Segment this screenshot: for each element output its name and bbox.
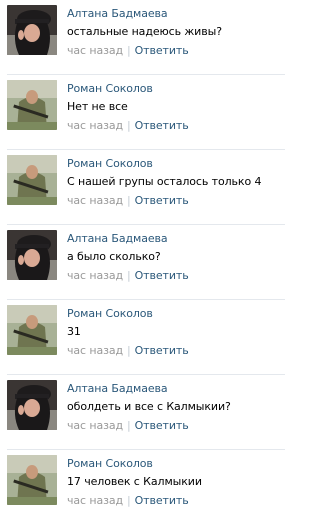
reply-link[interactable]: Ответить (135, 344, 189, 357)
soldier-avatar[interactable] (7, 455, 57, 505)
comment-meta: час назад | Ответить (67, 419, 189, 432)
soldier-avatar[interactable] (7, 155, 57, 205)
comment-time[interactable]: час назад (67, 194, 123, 207)
reply-link[interactable]: Ответить (135, 44, 189, 57)
meta-divider: | (127, 119, 131, 132)
comment-item: Алтана Бадмаева а было сколько? час наза… (0, 225, 285, 300)
reply-link[interactable]: Ответить (135, 194, 189, 207)
comment-text: С нашей групы осталось только 4 (67, 175, 262, 188)
comment-time[interactable]: час назад (67, 119, 123, 132)
reply-link[interactable]: Ответить (135, 269, 189, 282)
comment-text: остальные надеюсь живы? (67, 25, 222, 38)
comment-time[interactable]: час назад (67, 344, 123, 357)
comment-text: 17 человек с Калмыкии (67, 475, 202, 488)
meta-divider: | (127, 494, 131, 507)
comment-time[interactable]: час назад (67, 419, 123, 432)
girl-avatar[interactable] (7, 5, 57, 55)
comment-text: оболдеть и все с Калмыкии? (67, 400, 231, 413)
comment-item: Алтана Бадмаева оболдеть и все с Калмыки… (0, 375, 285, 450)
comment-text: 31 (67, 325, 81, 338)
comment-time[interactable]: час назад (67, 269, 123, 282)
girl-avatar[interactable] (7, 380, 57, 430)
reply-link[interactable]: Ответить (135, 419, 189, 432)
reply-link[interactable]: Ответить (135, 119, 189, 132)
comment-author-link[interactable]: Алтана Бадмаева (67, 232, 168, 245)
comment-text: а было сколько? (67, 250, 161, 263)
comment-text: Нет не все (67, 100, 128, 113)
comment-meta: час назад | Ответить (67, 269, 189, 282)
comment-author-link[interactable]: Алтана Бадмаева (67, 382, 168, 395)
meta-divider: | (127, 194, 131, 207)
comment-item: Роман Соколов 31 час назад | Ответить (0, 300, 285, 375)
reply-link[interactable]: Ответить (135, 494, 189, 507)
comment-item: Алтана Бадмаева остальные надеюсь живы? … (0, 0, 285, 75)
comment-author-link[interactable]: Алтана Бадмаева (67, 7, 168, 20)
comment-author-link[interactable]: Роман Соколов (67, 457, 153, 470)
comment-time[interactable]: час назад (67, 44, 123, 57)
meta-divider: | (127, 269, 131, 282)
comment-time[interactable]: час назад (67, 494, 123, 507)
comment-item: Роман Соколов 17 человек с Калмыкии час … (0, 450, 285, 525)
meta-divider: | (127, 344, 131, 357)
meta-divider: | (127, 419, 131, 432)
comment-meta: час назад | Ответить (67, 494, 189, 507)
comment-author-link[interactable]: Роман Соколов (67, 82, 153, 95)
comment-author-link[interactable]: Роман Соколов (67, 307, 153, 320)
comment-meta: час назад | Ответить (67, 119, 189, 132)
soldier-avatar[interactable] (7, 80, 57, 130)
meta-divider: | (127, 44, 131, 57)
comment-item: Роман Соколов Нет не все час назад | Ответ… (0, 75, 285, 150)
comment-meta: час назад | Ответить (67, 344, 189, 357)
comment-meta: час назад | Ответить (67, 44, 189, 57)
comment-author-link[interactable]: Роман Соколов (67, 157, 153, 170)
comment-meta: час назад | Ответить (67, 194, 189, 207)
comment-item: Роман Соколов С нашей групы осталось тол… (0, 150, 285, 225)
soldier-avatar[interactable] (7, 305, 57, 355)
girl-avatar[interactable] (7, 230, 57, 280)
